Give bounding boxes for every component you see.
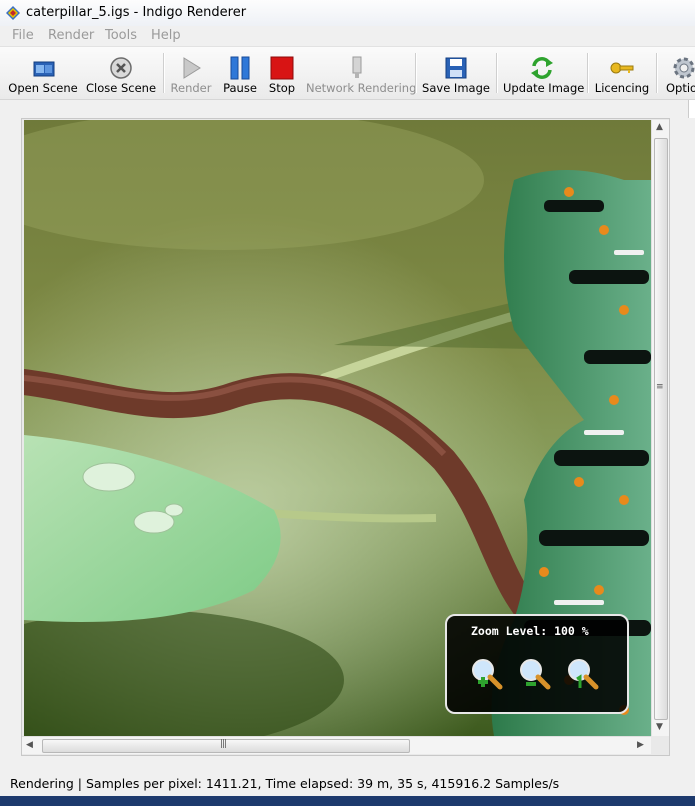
toolbar-separator [587, 53, 589, 93]
network-rendering-button[interactable]: Network Rendering [306, 47, 416, 99]
scroll-down-arrow-icon[interactable]: ▼ [656, 722, 663, 732]
save-image-button[interactable]: Save Image [422, 47, 490, 99]
status-text: Rendering | Samples per pixel: 1411.21, … [10, 776, 560, 791]
menu-help[interactable]: Help [151, 28, 181, 43]
window-title: caterpillar_5.igs - Indigo Renderer [26, 5, 247, 20]
horizontal-scrollbar[interactable]: ◀ ||| ▶ [22, 736, 651, 754]
licencing-button[interactable]: Licencing [594, 47, 650, 99]
vertical-scroll-thumb[interactable] [654, 138, 668, 720]
zoom-out-icon[interactable] [517, 656, 551, 692]
menu-render[interactable]: Render [48, 28, 94, 43]
update-image-button[interactable]: Update Image [503, 47, 584, 99]
toolbar-separator [496, 53, 498, 93]
pause-button[interactable]: Pause [220, 47, 260, 99]
toolbar-separator [656, 53, 658, 93]
toolbar-separator [163, 53, 165, 93]
toolbar-separator [415, 53, 417, 93]
menu-file[interactable]: File [12, 28, 34, 43]
render-button[interactable]: Render [168, 47, 214, 99]
zoom-panel: Zoom Level: 100 % [445, 614, 629, 714]
title-bar: caterpillar_5.igs - Indigo Renderer [0, 0, 695, 26]
key-icon [610, 62, 634, 74]
stop-button[interactable]: Stop [264, 47, 300, 99]
zoom-in-icon[interactable] [469, 656, 503, 692]
zoom-actual-size-icon[interactable] [565, 656, 599, 692]
vertical-scrollbar[interactable]: ▲ ≡ ▼ [651, 120, 669, 736]
options-button[interactable]: Options [662, 47, 695, 99]
close-scene-button[interactable]: Close Scene [84, 47, 158, 99]
close-circle-icon [110, 57, 132, 79]
stop-icon [270, 56, 294, 80]
play-icon [183, 57, 201, 79]
floppy-disk-icon [445, 57, 467, 79]
zoom-level-label: Zoom Level: 100 % [471, 624, 589, 638]
gear-icon [673, 57, 695, 79]
folder-open-icon [33, 61, 55, 77]
menu-bar: File Render Tools Help [0, 26, 695, 47]
pause-icon [230, 56, 250, 80]
panel-edge [688, 100, 695, 118]
status-bar: Rendering | Samples per pixel: 1411.21, … [0, 774, 695, 794]
scroll-grip-icon: ≡ [656, 382, 663, 392]
scroll-right-arrow-icon[interactable]: ▶ [637, 740, 644, 750]
indigo-logo-icon [6, 6, 20, 20]
taskbar [0, 796, 695, 806]
menu-tools[interactable]: Tools [105, 28, 137, 43]
open-scene-button[interactable]: Open Scene [8, 47, 78, 99]
toolbar: Open Scene Close Scene Render Pause Stop [0, 47, 695, 100]
scroll-left-arrow-icon[interactable]: ◀ [26, 740, 33, 750]
scroll-up-arrow-icon[interactable]: ▲ [656, 122, 663, 132]
refresh-icon [531, 57, 553, 79]
network-icon [352, 56, 362, 78]
scroll-grip-icon: ||| [220, 739, 227, 749]
